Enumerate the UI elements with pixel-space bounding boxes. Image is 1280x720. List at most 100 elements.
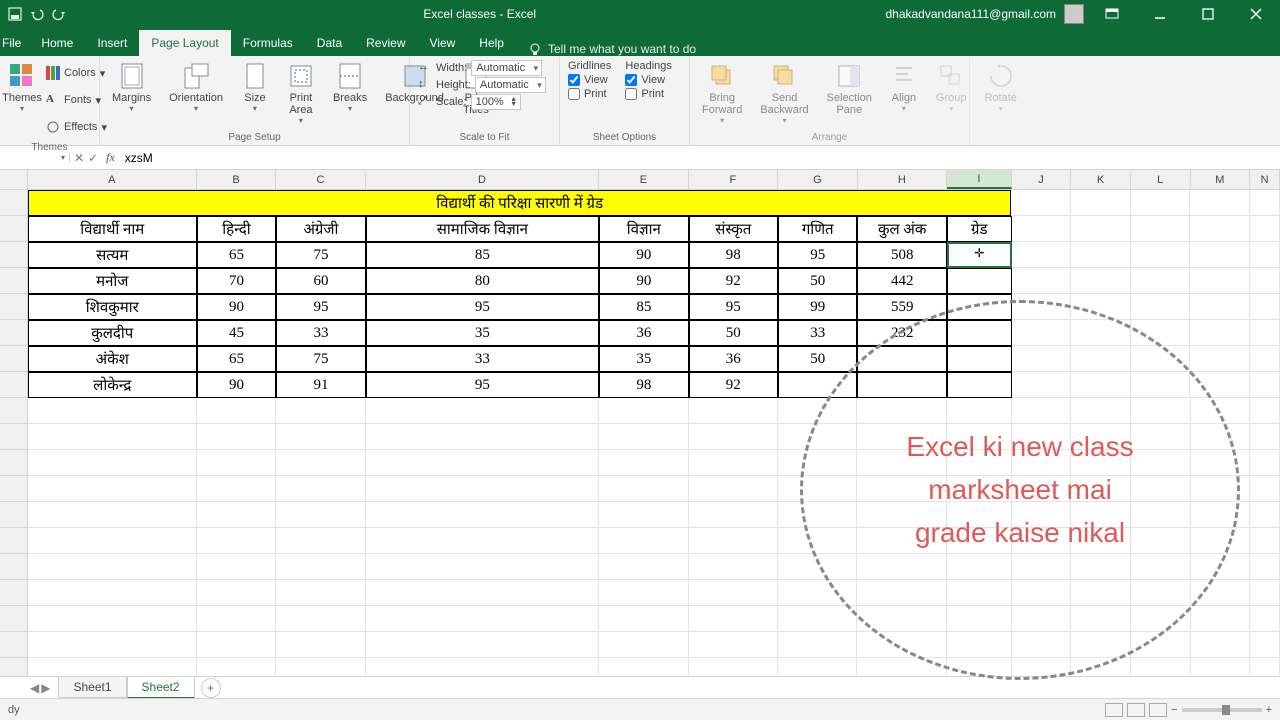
tab-page-layout[interactable]: Page Layout [139, 30, 230, 56]
row-header[interactable] [0, 190, 28, 216]
cell[interactable]: 508 [857, 242, 946, 268]
row-header[interactable] [0, 216, 28, 242]
cell[interactable] [1131, 450, 1191, 476]
cell[interactable] [778, 554, 858, 580]
row-header[interactable] [0, 554, 28, 580]
cell[interactable] [857, 346, 946, 372]
col-L[interactable]: L [1131, 170, 1191, 189]
cell[interactable] [28, 476, 197, 502]
cell[interactable] [1012, 606, 1072, 632]
cell[interactable]: 92 [689, 372, 778, 398]
cell[interactable] [778, 632, 858, 658]
breaks-button[interactable]: Breaks▾ [329, 60, 371, 115]
cell[interactable] [366, 528, 599, 554]
cell[interactable] [1250, 554, 1280, 580]
cell[interactable]: अंकेश [28, 346, 197, 372]
cell[interactable] [1250, 268, 1280, 294]
cell[interactable] [197, 398, 277, 424]
cell[interactable]: 91 [276, 372, 365, 398]
cell[interactable] [599, 398, 688, 424]
cell[interactable] [947, 528, 1012, 554]
cell[interactable]: सत्यम [28, 242, 197, 268]
add-sheet-button[interactable]: + [201, 678, 221, 698]
cell[interactable] [366, 450, 599, 476]
cell[interactable]: 232 [857, 320, 946, 346]
cell[interactable] [1191, 580, 1251, 606]
cell[interactable] [1131, 476, 1191, 502]
cell[interactable] [1012, 398, 1072, 424]
cell[interactable]: 36 [689, 346, 778, 372]
cell[interactable] [1012, 372, 1072, 398]
cell[interactable] [276, 424, 365, 450]
header-cell[interactable] [1071, 216, 1131, 242]
cell[interactable] [689, 476, 778, 502]
cell[interactable] [1250, 398, 1280, 424]
cell[interactable] [947, 320, 1012, 346]
headings-view-check[interactable]: View [625, 74, 671, 86]
cell[interactable]: 95 [276, 294, 365, 320]
margins-button[interactable]: Margins▾ [108, 60, 155, 115]
cell[interactable] [1012, 502, 1072, 528]
cell[interactable] [276, 528, 365, 554]
cell[interactable]: कुलदीप [28, 320, 197, 346]
cell[interactable] [276, 554, 365, 580]
cell[interactable] [857, 528, 946, 554]
cell[interactable] [599, 424, 688, 450]
cell[interactable] [366, 580, 599, 606]
cell[interactable] [197, 502, 277, 528]
cell[interactable]: 442 [857, 268, 946, 294]
cell[interactable] [1011, 190, 1071, 216]
col-D[interactable]: D [366, 170, 600, 189]
maximize-icon[interactable] [1188, 0, 1228, 28]
cell[interactable] [689, 398, 778, 424]
cell[interactable] [778, 372, 858, 398]
cell[interactable] [778, 476, 858, 502]
minimize-icon[interactable] [1140, 0, 1180, 28]
header-cell[interactable] [1131, 216, 1191, 242]
cell[interactable] [689, 502, 778, 528]
cell[interactable] [1250, 294, 1280, 320]
cell[interactable]: 90 [599, 268, 688, 294]
tab-insert[interactable]: Insert [85, 30, 139, 56]
cell[interactable] [599, 450, 688, 476]
cell[interactable] [28, 606, 197, 632]
cell[interactable]: ✛ [947, 242, 1012, 268]
cell[interactable]: 92 [689, 268, 778, 294]
cell[interactable] [1071, 476, 1131, 502]
fonts-button[interactable]: AFonts ▾ [46, 87, 107, 113]
cell[interactable]: 33 [276, 320, 365, 346]
cell[interactable] [276, 580, 365, 606]
cell[interactable] [1012, 268, 1072, 294]
cell[interactable] [276, 502, 365, 528]
cell[interactable] [1012, 242, 1072, 268]
col-A[interactable]: A [28, 170, 197, 189]
cell[interactable] [857, 632, 946, 658]
row-header[interactable] [0, 242, 28, 268]
cell[interactable] [1191, 424, 1251, 450]
print-area-button[interactable]: Print Area▾ [283, 60, 319, 127]
cell[interactable] [857, 580, 946, 606]
header-cell[interactable]: विद्यार्थी नाम [28, 216, 197, 242]
spreadsheet-grid[interactable]: A B C D E F G H I J K L M N विद्यार्थी क… [0, 170, 1280, 710]
cell[interactable]: 70 [197, 268, 277, 294]
col-I[interactable]: I [947, 170, 1012, 189]
cell[interactable] [947, 606, 1012, 632]
cell[interactable] [28, 398, 197, 424]
sheet-tab-2[interactable]: Sheet2 [127, 677, 195, 699]
row-header[interactable] [0, 320, 28, 346]
cell[interactable] [1191, 398, 1251, 424]
cell[interactable] [1012, 450, 1072, 476]
cell[interactable] [1071, 554, 1131, 580]
header-cell[interactable]: सामाजिक विज्ञान [366, 216, 599, 242]
select-all-corner[interactable] [0, 170, 28, 189]
cell[interactable] [1250, 450, 1280, 476]
cell[interactable] [1131, 502, 1191, 528]
title-cell[interactable]: विद्यार्थी की परिक्षा सारणी में ग्रेड [28, 190, 1012, 216]
sheet-tab-1[interactable]: Sheet1 [58, 677, 126, 698]
redo-icon[interactable] [50, 5, 68, 23]
row-header[interactable] [0, 424, 28, 450]
cell[interactable] [1012, 554, 1072, 580]
cell[interactable] [778, 424, 858, 450]
cell[interactable] [1191, 450, 1251, 476]
cell[interactable] [1071, 632, 1131, 658]
